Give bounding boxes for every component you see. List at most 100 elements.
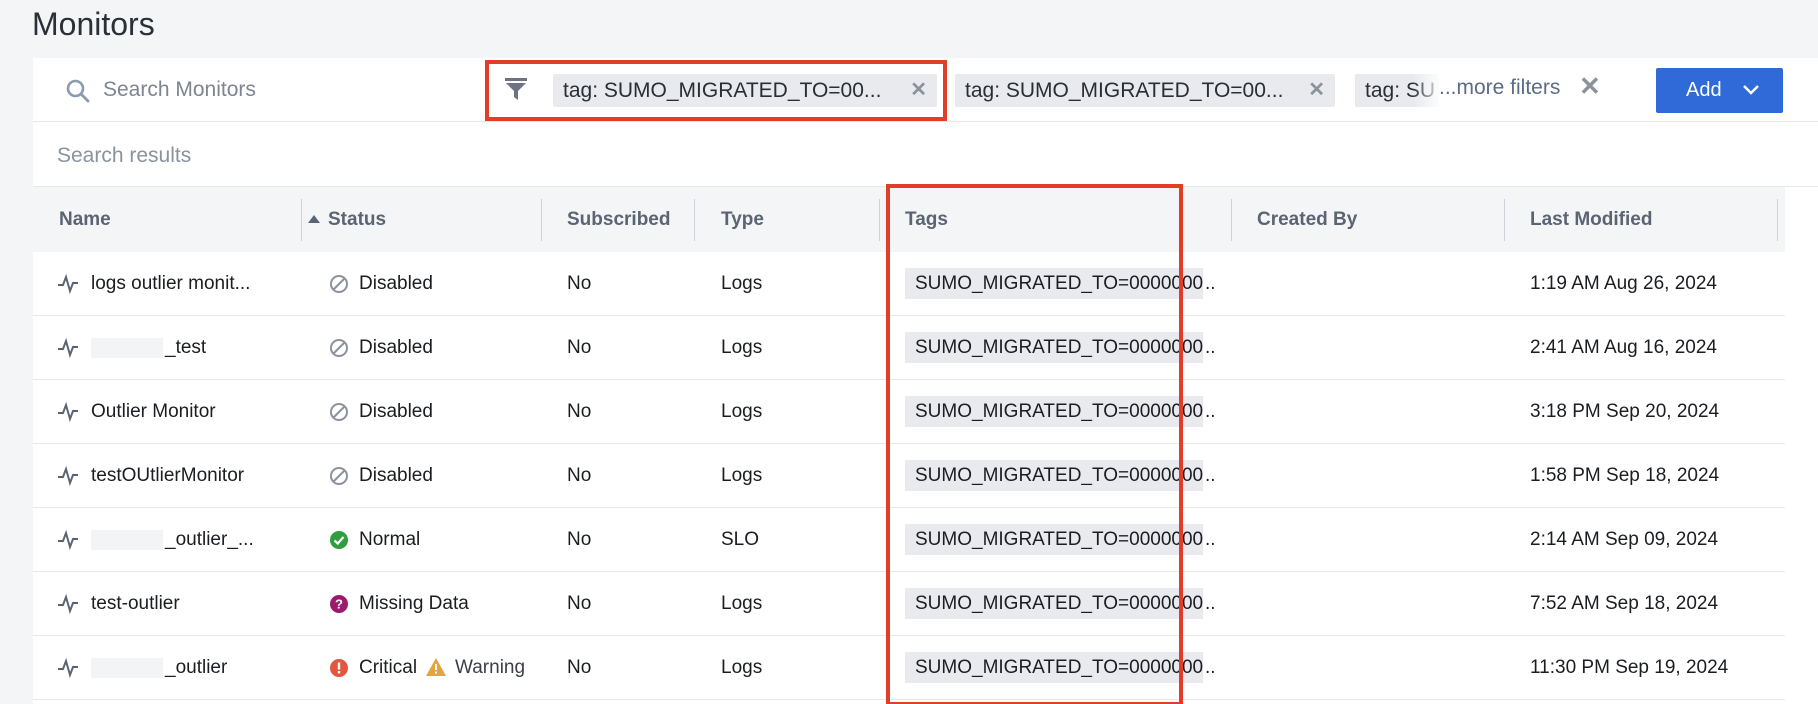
close-icon[interactable]: ✕ <box>1308 74 1325 107</box>
warning-triangle-icon <box>426 658 446 676</box>
tag-label: SUMO_MIGRATED_TO=0000000 <box>915 465 1203 486</box>
monitor-name[interactable]: _test <box>91 316 261 379</box>
check-circle-icon <box>330 531 348 549</box>
page-title: Monitors <box>32 6 155 42</box>
column-separator[interactable] <box>694 199 695 241</box>
last-modified-value: 1:19 AM Aug 26, 2024 <box>1530 273 1717 294</box>
disabled-icon <box>330 339 348 357</box>
status-label: Disabled <box>359 273 433 294</box>
column-header-created-by[interactable]: Created By <box>1257 187 1357 252</box>
status-label: Disabled <box>359 337 433 358</box>
column-separator[interactable] <box>541 199 542 241</box>
monitor-icon <box>58 274 78 294</box>
monitor-icon <box>58 594 78 614</box>
column-header-name[interactable]: Name <box>59 187 111 252</box>
filter-chip[interactable]: tag: SUMO_MIGRATED_TO=00... ✕ <box>955 74 1335 107</box>
tag-label: SUMO_MIGRATED_TO=0000000 <box>915 401 1203 422</box>
monitor-name[interactable]: _outlier_... <box>91 508 261 571</box>
column-separator[interactable] <box>1777 199 1778 241</box>
more-tags-indicator: .. <box>1205 465 1216 486</box>
column-header-subscribed[interactable]: Subscribed <box>567 187 670 252</box>
monitor-name[interactable]: test-outlier <box>91 572 261 635</box>
disabled-icon <box>330 403 348 421</box>
tag-pill[interactable]: SUMO_MIGRATED_TO=0000000 <box>905 396 1203 427</box>
toolbar: tag: SUMO_MIGRATED_TO=00... ✕ tag: SUMO_… <box>33 58 1818 122</box>
status-label: Critical <box>359 657 418 678</box>
search-input[interactable] <box>103 74 443 106</box>
table-row[interactable]: Outlier Monitor Disabled No Logs SUMO_MI… <box>33 380 1785 444</box>
tag-pill[interactable]: SUMO_MIGRATED_TO=0000000 <box>905 524 1203 555</box>
tag-pill[interactable]: SUMO_MIGRATED_TO=0000000 <box>905 460 1203 491</box>
tag-pill[interactable]: SUMO_MIGRATED_TO=0000000 <box>905 268 1203 299</box>
tag-label: SUMO_MIGRATED_TO=0000000 <box>915 273 1203 294</box>
sort-ascending-icon <box>308 215 320 223</box>
monitor-name[interactable]: _outlier <box>91 636 261 699</box>
disabled-icon <box>330 467 348 485</box>
filter-chip-label: tag: SUMO_MIGRATED_TO=00... <box>965 79 1284 102</box>
more-tags-indicator: .. <box>1205 529 1216 550</box>
monitor-icon <box>58 658 78 678</box>
column-header-last-modified[interactable]: Last Modified <box>1530 187 1652 252</box>
clear-filters-icon[interactable]: ✕ <box>1579 71 1601 102</box>
filter-icon[interactable] <box>503 76 529 102</box>
svg-text:?: ? <box>335 597 343 612</box>
table-row[interactable]: testOUtlierMonitor Disabled No Logs SUMO… <box>33 444 1785 508</box>
type-value: Logs <box>721 273 763 294</box>
tag-pill[interactable]: SUMO_MIGRATED_TO=0000000 <box>905 588 1203 619</box>
table-row[interactable]: test-outlier ? Missing Data No Logs SUMO… <box>33 572 1785 636</box>
close-icon[interactable]: ✕ <box>910 74 927 107</box>
column-separator[interactable] <box>301 199 302 241</box>
tag-label: SUMO_MIGRATED_TO=0000000 <box>915 657 1203 678</box>
last-modified-value: 2:41 AM Aug 16, 2024 <box>1530 337 1717 358</box>
table-row[interactable]: logs outlier monit... Disabled No Logs S… <box>33 252 1785 316</box>
redacted-text <box>91 529 163 550</box>
monitor-name[interactable]: Outlier Monitor <box>91 380 261 443</box>
last-modified-value: 1:58 PM Sep 18, 2024 <box>1530 465 1720 486</box>
monitor-icon <box>58 338 78 358</box>
last-modified-value: 7:52 AM Sep 18, 2024 <box>1530 593 1719 614</box>
redacted-text <box>91 657 163 678</box>
subscribed-value: No <box>567 593 592 614</box>
type-value: Logs <box>721 593 763 614</box>
table-row[interactable]: _outlier Critical Warning No Logs SUMO_M… <box>33 636 1785 700</box>
tag-label: SUMO_MIGRATED_TO=0000000 <box>915 593 1203 614</box>
status-label: Missing Data <box>359 593 469 614</box>
status-label: Normal <box>359 529 421 550</box>
filter-chip[interactable]: tag: SUMO_MIGRATED_TO=00... ✕ <box>553 74 937 107</box>
monitor-name-text: _outlier_... <box>165 529 254 550</box>
column-separator[interactable] <box>879 199 880 241</box>
tag-pill[interactable]: SUMO_MIGRATED_TO=0000000 <box>905 652 1203 683</box>
table-row[interactable]: _test Disabled No Logs SUMO_MIGRATED_TO=… <box>33 316 1785 380</box>
monitor-name-text: _test <box>165 337 207 358</box>
tag-pill[interactable]: SUMO_MIGRATED_TO=0000000 <box>905 332 1203 363</box>
subscribed-value: No <box>567 337 592 358</box>
monitor-name[interactable]: logs outlier monit... <box>91 252 261 315</box>
subscribed-value: No <box>567 529 592 550</box>
add-button[interactable]: Add <box>1656 68 1783 113</box>
monitor-name[interactable]: testOUtlierMonitor <box>91 444 261 507</box>
monitor-name-text: _outlier <box>165 657 228 678</box>
subscribed-value: No <box>567 465 592 486</box>
column-header-tags[interactable]: Tags <box>905 187 948 252</box>
monitor-icon <box>58 402 78 422</box>
last-modified-value: 11:30 PM Sep 19, 2024 <box>1530 657 1729 678</box>
search-results-label: Search results <box>57 144 192 167</box>
column-header-status[interactable]: Status <box>328 187 386 252</box>
more-filters-link[interactable]: ...more filters <box>1439 76 1560 100</box>
search-icon <box>66 79 90 103</box>
redacted-text <box>91 337 163 358</box>
add-button-label: Add <box>1686 79 1722 101</box>
disabled-icon <box>330 275 348 293</box>
status-label: Disabled <box>359 401 433 422</box>
column-header-type[interactable]: Type <box>721 187 764 252</box>
column-separator[interactable] <box>1504 199 1505 241</box>
tag-label: SUMO_MIGRATED_TO=0000000 <box>915 529 1203 550</box>
column-separator[interactable] <box>1231 199 1232 241</box>
exclamation-circle-icon <box>330 659 348 677</box>
more-tags-indicator: .. <box>1205 401 1216 422</box>
last-modified-value: 2:14 AM Sep 09, 2024 <box>1530 529 1719 550</box>
more-tags-indicator: .. <box>1205 273 1216 294</box>
table-row[interactable]: _outlier_... Normal No SLO SUMO_MIGRATED… <box>33 508 1785 572</box>
table-header: Name Status Subscribed Type Tags Created… <box>33 187 1785 252</box>
subscribed-value: No <box>567 657 592 678</box>
